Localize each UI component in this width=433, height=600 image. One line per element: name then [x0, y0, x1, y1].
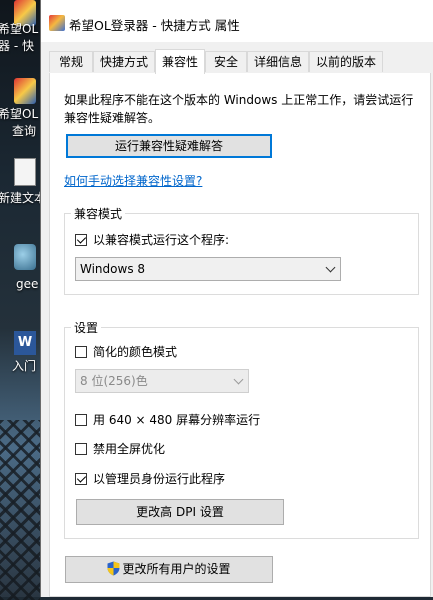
compat-mode-label: 以兼容模式运行这个程序:	[93, 233, 230, 247]
reduced-color-label: 简化的颜色模式	[93, 345, 178, 359]
color-depth-select: 8 位(256)色	[75, 369, 249, 393]
gee-app-icon[interactable]	[14, 244, 36, 270]
properties-window: 希望OL登录器 - 快捷方式 属性 常规 快捷方式 兼容性 安全 详细信息 以前…	[40, 0, 433, 597]
app-icon	[49, 15, 65, 31]
change-all-users-button[interactable]: 更改所有用户的设置	[65, 556, 273, 583]
manual-compat-link[interactable]: 如何手动选择兼容性设置?	[64, 172, 202, 189]
run-as-admin-label: 以管理员身份运行此程序	[93, 472, 226, 486]
chevron-down-icon	[325, 262, 336, 273]
os-version-select[interactable]: Windows 8	[75, 257, 341, 281]
compat-mode-checkbox[interactable]	[75, 233, 87, 246]
desktop-background: 希望OL 器 - 快 希望OL 查询 新建文本 gee W 入门	[0, 0, 47, 600]
uac-shield-icon	[107, 561, 120, 576]
settings-group: 设置 简化的颜色模式 8 位(256)色 用 640 × 480 屏幕分辨率运行…	[64, 319, 419, 539]
run-as-admin-checkbox[interactable]	[75, 472, 87, 485]
compat-mode-row[interactable]: 以兼容模式运行这个程序:	[75, 231, 229, 248]
low-res-row[interactable]: 用 640 × 480 屏幕分辨率运行	[75, 411, 260, 428]
tab-general[interactable]: 常规	[49, 51, 93, 72]
chevron-down-icon	[233, 374, 244, 385]
fullscreen-opt-label: 禁用全屏优化	[93, 442, 166, 456]
fullscreen-opt-row[interactable]: 禁用全屏优化	[75, 440, 165, 457]
intro-text: 如果此程序不能在这个版本的 Windows 上正常工作，请尝试运行兼容性疑难解答…	[64, 93, 414, 125]
low-res-checkbox[interactable]	[75, 413, 87, 426]
desktop-wallpaper-bridge	[0, 420, 40, 600]
run-troubleshooter-button[interactable]: 运行兼容性疑难解答	[66, 134, 272, 158]
tab-details[interactable]: 详细信息	[247, 51, 309, 72]
game-query-icon[interactable]	[14, 78, 36, 104]
title-bar[interactable]: 希望OL登录器 - 快捷方式 属性	[41, 0, 433, 42]
text-document-icon[interactable]	[14, 158, 36, 186]
compatibility-panel: 如果此程序不能在这个版本的 Windows 上正常工作，请尝试运行兼容性疑难解答…	[49, 73, 431, 597]
window-title: 希望OL登录器 - 快捷方式 属性	[69, 18, 240, 33]
color-depth-value: 8 位(256)色	[80, 374, 148, 388]
word-glyph: W	[17, 335, 33, 350]
tab-previous-versions[interactable]: 以前的版本	[309, 51, 383, 72]
tab-shortcut[interactable]: 快捷方式	[93, 51, 155, 72]
compat-mode-group: 兼容模式 以兼容模式运行这个程序: Windows 8	[64, 205, 419, 295]
change-all-users-label: 更改所有用户的设置	[122, 562, 231, 576]
tab-security[interactable]: 安全	[205, 51, 247, 72]
desktop-item-label: 器 - 快	[0, 39, 34, 53]
run-as-admin-row[interactable]: 以管理员身份运行此程序	[75, 470, 225, 487]
settings-title: 设置	[71, 319, 102, 336]
desktop-item-label: 希望OL	[0, 22, 39, 36]
os-version-value: Windows 8	[80, 262, 146, 276]
desktop-item-label: 希望OL	[0, 107, 39, 121]
reduced-color-checkbox[interactable]	[75, 345, 87, 358]
word-document-icon[interactable]: W	[14, 331, 36, 355]
reduced-color-row[interactable]: 简化的颜色模式	[75, 343, 177, 360]
desktop-item-label: 新建文本	[0, 191, 47, 205]
tab-strip: 常规 快捷方式 兼容性 安全 详细信息 以前的版本	[49, 49, 431, 74]
low-res-label: 用 640 × 480 屏幕分辨率运行	[93, 413, 261, 427]
tab-compatibility[interactable]: 兼容性	[155, 49, 205, 74]
change-dpi-button[interactable]: 更改高 DPI 设置	[76, 499, 284, 525]
compat-mode-title: 兼容模式	[71, 205, 126, 222]
fullscreen-opt-checkbox[interactable]	[75, 442, 87, 455]
